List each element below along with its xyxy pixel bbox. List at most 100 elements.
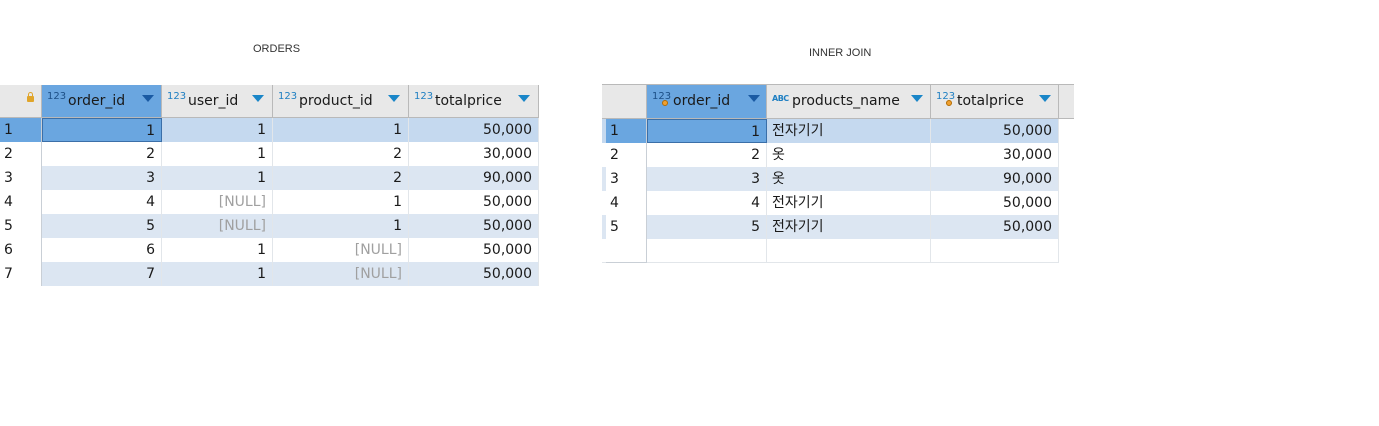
cell-totalprice[interactable]: 90,000 xyxy=(409,166,539,190)
sort-dropdown-icon[interactable] xyxy=(252,95,264,102)
row-number[interactable]: 1 xyxy=(606,119,647,143)
cell-order-id[interactable]: 7 xyxy=(42,262,162,286)
cell-totalprice[interactable]: 50,000 xyxy=(409,118,539,142)
cell-products-name[interactable]: 전자기기 xyxy=(767,215,931,239)
cell-products-name[interactable]: 옷 xyxy=(767,167,931,191)
column-name: products_name xyxy=(792,93,900,109)
cell-user-id[interactable]: 1 xyxy=(162,142,273,166)
cell-totalprice[interactable]: 50,000 xyxy=(409,262,539,286)
cell-order-id[interactable]: 3 xyxy=(42,166,162,190)
row-number-header[interactable] xyxy=(0,85,42,118)
table-row[interactable]: 3 3 1 2 90,000 xyxy=(0,166,539,190)
cell-order-id[interactable]: 5 xyxy=(42,214,162,238)
cell-totalprice[interactable]: 50,000 xyxy=(931,191,1059,215)
cell-order-id[interactable]: 1 xyxy=(647,119,767,143)
column-name: order_id xyxy=(673,93,731,109)
numeric-type-icon: 123 xyxy=(47,91,67,102)
numeric-type-icon: 123 xyxy=(167,91,187,102)
cell-totalprice[interactable]: 30,000 xyxy=(931,143,1059,167)
table-row[interactable]: 4 4 [NULL] 1 50,000 xyxy=(0,190,539,214)
cell-product-id-null[interactable]: [NULL] xyxy=(273,238,409,262)
cell-products-name[interactable]: 전자기기 xyxy=(767,119,931,143)
table-row[interactable]: 1 1 전자기기 50,000 xyxy=(602,119,1059,143)
column-header-product-id[interactable]: 123 product_id xyxy=(273,85,409,118)
table-row[interactable]: 2 2 옷 30,000 xyxy=(602,143,1059,167)
lock-icon xyxy=(27,92,34,102)
cell-product-id[interactable]: 1 xyxy=(273,214,409,238)
sort-dropdown-icon[interactable] xyxy=(748,95,760,102)
row-number[interactable]: 4 xyxy=(0,190,42,214)
cell-products-name[interactable]: 옷 xyxy=(767,143,931,167)
cell-totalprice[interactable]: 50,000 xyxy=(409,190,539,214)
cell-totalprice[interactable]: 50,000 xyxy=(931,119,1059,143)
row-number[interactable]: 4 xyxy=(606,191,647,215)
column-header-products-name[interactable]: ABC products_name xyxy=(767,85,931,119)
column-header-user-id[interactable]: 123 user_id xyxy=(162,85,273,118)
cell-user-id[interactable]: 1 xyxy=(162,166,273,190)
header-filler xyxy=(1059,85,1074,119)
cell-order-id[interactable]: 2 xyxy=(647,143,767,167)
row-number[interactable]: 6 xyxy=(0,238,42,262)
text-type-icon: ABC xyxy=(772,94,789,103)
cell-user-id[interactable]: 1 xyxy=(162,238,273,262)
sort-dropdown-icon[interactable] xyxy=(911,95,923,102)
column-header-order-id[interactable]: 123 order_id xyxy=(42,85,162,118)
empty-cell xyxy=(931,239,1059,263)
inner-join-caption: INNER JOIN xyxy=(809,47,872,59)
cell-product-id[interactable]: 1 xyxy=(273,190,409,214)
row-number[interactable]: 7 xyxy=(0,262,42,286)
row-number[interactable]: 1 xyxy=(0,118,42,142)
column-header-totalprice[interactable]: 123 totalprice xyxy=(931,85,1059,119)
cell-product-id[interactable]: 2 xyxy=(273,166,409,190)
column-header-order-id[interactable]: 123 order_id xyxy=(647,85,767,119)
column-header-totalprice[interactable]: 123 totalprice xyxy=(409,85,539,118)
cell-totalprice[interactable]: 50,000 xyxy=(409,238,539,262)
cell-order-id[interactable]: 5 xyxy=(647,215,767,239)
row-number-header[interactable] xyxy=(602,85,647,119)
key-icon xyxy=(662,100,668,106)
row-number[interactable]: 3 xyxy=(606,167,647,191)
row-number-empty xyxy=(606,239,647,263)
numeric-type-icon: 123 xyxy=(278,91,298,102)
cell-products-name[interactable]: 전자기기 xyxy=(767,191,931,215)
table-row[interactable]: 6 6 1 [NULL] 50,000 xyxy=(0,238,539,262)
orders-result-grid: 123 order_id 123 user_id 123 product_id … xyxy=(0,85,539,290)
empty-cell xyxy=(767,239,931,263)
row-number[interactable]: 5 xyxy=(606,215,647,239)
cell-totalprice[interactable]: 90,000 xyxy=(931,167,1059,191)
table-row[interactable]: 5 5 전자기기 50,000 xyxy=(602,215,1059,239)
cell-user-id[interactable]: 1 xyxy=(162,118,273,142)
row-number[interactable]: 2 xyxy=(606,143,647,167)
cell-order-id[interactable]: 3 xyxy=(647,167,767,191)
cell-product-id[interactable]: 2 xyxy=(273,142,409,166)
table-row[interactable]: 7 7 1 [NULL] 50,000 xyxy=(0,262,539,286)
cell-user-id-null[interactable]: [NULL] xyxy=(162,190,273,214)
cell-order-id[interactable]: 4 xyxy=(647,191,767,215)
cell-totalprice[interactable]: 50,000 xyxy=(409,214,539,238)
row-number[interactable]: 3 xyxy=(0,166,42,190)
table-row[interactable]: 1 1 1 1 50,000 xyxy=(0,118,539,142)
inner-join-result-grid: 123 order_id ABC products_name 123 total… xyxy=(602,84,1074,269)
cell-user-id[interactable]: 1 xyxy=(162,262,273,286)
sort-dropdown-icon[interactable] xyxy=(142,95,154,102)
cell-totalprice[interactable]: 30,000 xyxy=(409,142,539,166)
cell-order-id[interactable]: 1 xyxy=(42,118,162,142)
sort-dropdown-icon[interactable] xyxy=(518,95,530,102)
row-number[interactable]: 2 xyxy=(0,142,42,166)
cell-user-id-null[interactable]: [NULL] xyxy=(162,214,273,238)
table-row[interactable]: 2 2 1 2 30,000 xyxy=(0,142,539,166)
column-name: order_id xyxy=(68,93,126,109)
row-number[interactable]: 5 xyxy=(0,214,42,238)
sort-dropdown-icon[interactable] xyxy=(388,95,400,102)
cell-product-id[interactable]: 1 xyxy=(273,118,409,142)
cell-product-id-null[interactable]: [NULL] xyxy=(273,262,409,286)
table-row[interactable]: 5 5 [NULL] 1 50,000 xyxy=(0,214,539,238)
empty-cell xyxy=(647,239,767,263)
table-row[interactable]: 4 4 전자기기 50,000 xyxy=(602,191,1059,215)
cell-order-id[interactable]: 2 xyxy=(42,142,162,166)
cell-order-id[interactable]: 4 xyxy=(42,190,162,214)
sort-dropdown-icon[interactable] xyxy=(1039,95,1051,102)
table-row[interactable]: 3 3 옷 90,000 xyxy=(602,167,1059,191)
cell-order-id[interactable]: 6 xyxy=(42,238,162,262)
cell-totalprice[interactable]: 50,000 xyxy=(931,215,1059,239)
